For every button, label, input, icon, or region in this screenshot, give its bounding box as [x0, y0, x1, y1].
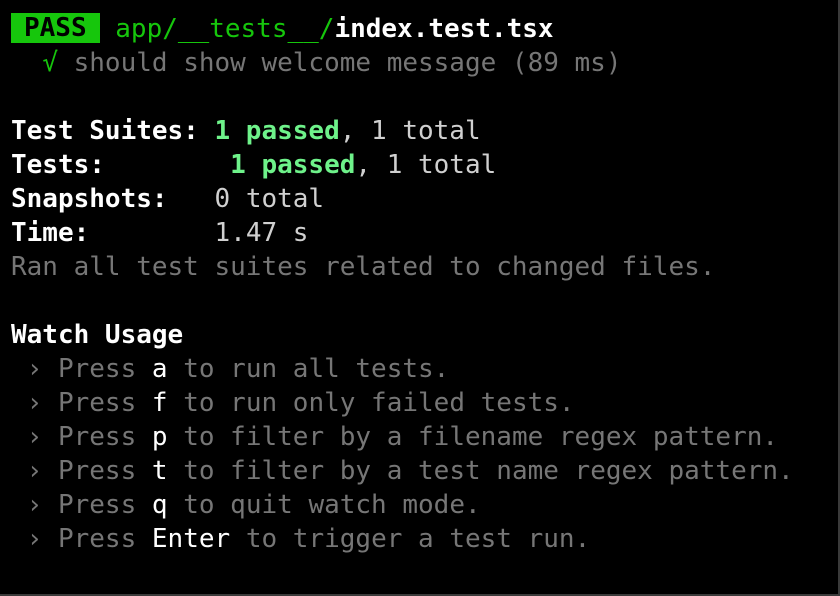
press-text: Press: [57, 354, 137, 384]
shortcut-description: to filter by a filename regex pattern.: [183, 422, 779, 452]
press-text: Press: [57, 490, 137, 520]
summary-snapshots: Snapshots: 0 total: [11, 182, 838, 216]
suites-passed: 1 passed: [214, 116, 340, 146]
pass-badge: PASS: [11, 13, 100, 43]
ran-all-text: Ran all test suites related to changed f…: [11, 252, 716, 282]
watch-item: › Press q to quit watch mode.: [11, 488, 838, 522]
check-icon: √: [42, 48, 58, 78]
shortcut-key: a: [151, 354, 168, 384]
tests-passed: 1 passed: [230, 150, 356, 180]
test-path-dir: app/__tests__/: [115, 14, 335, 44]
shortcut-description: to trigger a test run.: [245, 524, 591, 554]
shortcut-key: t: [151, 456, 168, 486]
time-label: Time:: [11, 218, 90, 248]
watch-item: › Press Enter to trigger a test run.: [11, 522, 838, 556]
chevron-right-icon: ›: [26, 490, 43, 520]
chevron-right-icon: ›: [26, 456, 43, 486]
time-value: 1.47 s: [214, 218, 309, 248]
suites-label: Test Suites:: [11, 116, 199, 146]
summary-tests: Tests: 1 passed, 1 total: [11, 148, 838, 182]
press-text: Press: [57, 524, 137, 554]
shortcut-description: to filter by a test name regex pattern.: [183, 456, 794, 486]
summary-time: Time: 1.47 s: [11, 216, 838, 250]
shortcut-key: f: [151, 388, 168, 418]
press-text: Press: [57, 388, 137, 418]
ran-all-message: Ran all test suites related to changed f…: [11, 250, 838, 284]
shortcut-key: q: [151, 490, 168, 520]
shortcut-description: to run only failed tests.: [183, 388, 575, 418]
press-text: Press: [57, 422, 137, 452]
snapshots-value: 0 total: [214, 184, 325, 214]
snapshots-label: Snapshots:: [11, 184, 168, 214]
test-path-file: index.test.tsx: [334, 14, 554, 44]
test-file-header: PASS app/__tests__/index.test.tsx: [11, 12, 838, 46]
watch-usage-list: › Press a to run all tests. › Press f to…: [11, 352, 838, 556]
press-text: Press: [57, 456, 137, 486]
shortcut-description: to run all tests.: [183, 354, 450, 384]
chevron-right-icon: ›: [26, 354, 43, 384]
chevron-right-icon: ›: [26, 388, 43, 418]
chevron-right-icon: ›: [26, 524, 43, 554]
terminal-window[interactable]: PASS app/__tests__/index.test.tsx √ shou…: [0, 0, 840, 596]
test-case-row: √ should show welcome message (89 ms): [11, 46, 838, 80]
watch-item: › Press p to filter by a filename regex …: [11, 420, 838, 454]
watch-item: › Press t to filter by a test name regex…: [11, 454, 838, 488]
watch-usage-title: Watch Usage: [11, 318, 838, 352]
tests-label: Tests:: [11, 150, 105, 180]
shortcut-key: p: [151, 422, 168, 452]
watch-item: › Press a to run all tests.: [11, 352, 838, 386]
chevron-right-icon: ›: [26, 422, 43, 452]
watch-item: › Press f to run only failed tests.: [11, 386, 838, 420]
shortcut-key: Enter: [151, 524, 231, 554]
summary-suites: Test Suites: 1 passed, 1 total: [11, 114, 838, 148]
suites-total: , 1 total: [339, 116, 481, 146]
shortcut-description: to quit watch mode.: [183, 490, 481, 520]
test-case-text: should show welcome message (89 ms): [73, 48, 622, 78]
tests-total: , 1 total: [355, 150, 497, 180]
watch-usage-heading: Watch Usage: [11, 320, 184, 350]
